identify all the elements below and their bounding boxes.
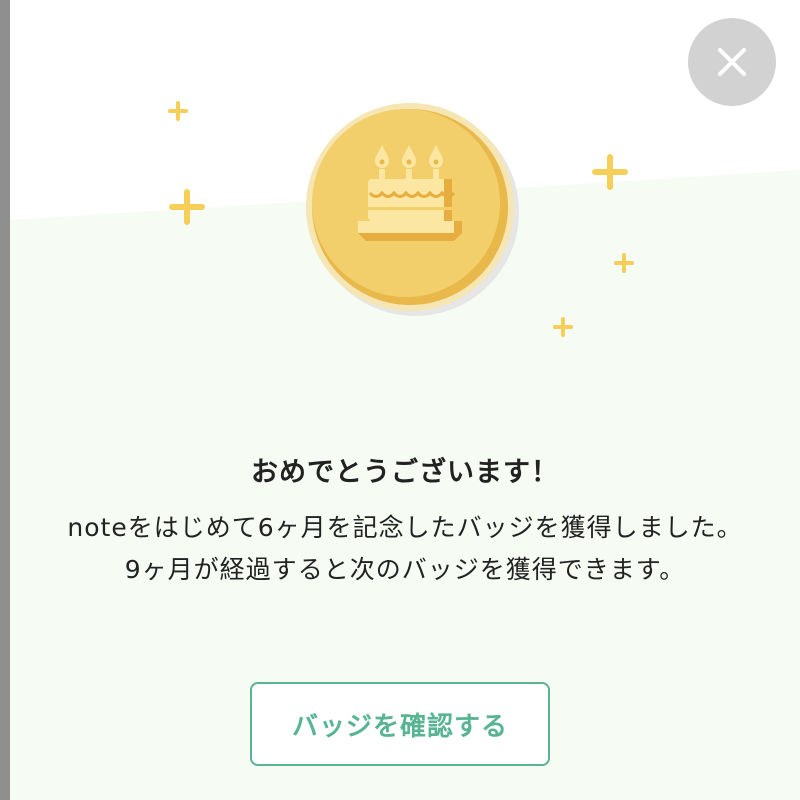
- sparkle-icon: [168, 101, 188, 121]
- badge-message-line2: 9ヶ月が経過すると次のバッジを獲得できます。: [124, 555, 686, 584]
- sparkle-icon: [614, 253, 634, 273]
- badge-message-line1: noteをはじめて6ヶ月を記念したバッジを獲得しました。: [67, 513, 743, 542]
- view-badge-button[interactable]: バッジを確認する: [250, 682, 550, 766]
- sparkle-icon: [592, 154, 628, 190]
- badge-message: noteをはじめて6ヶ月を記念したバッジを獲得しました。 9ヶ月が経過すると次の…: [65, 507, 745, 591]
- sparkle-icon: [169, 189, 205, 225]
- six-month-badge: [306, 103, 519, 316]
- badge-modal: おめでとうございます！ noteをはじめて6ヶ月を記念したバッジを獲得しました。…: [10, 0, 800, 800]
- congrats-title: おめでとうございます！: [251, 457, 559, 488]
- close-icon: [718, 48, 746, 76]
- close-button[interactable]: [688, 18, 776, 106]
- sparkle-icon: [553, 317, 573, 337]
- message-area: おめでとうございます！ noteをはじめて6ヶ月を記念したバッジを獲得しました。…: [10, 445, 800, 591]
